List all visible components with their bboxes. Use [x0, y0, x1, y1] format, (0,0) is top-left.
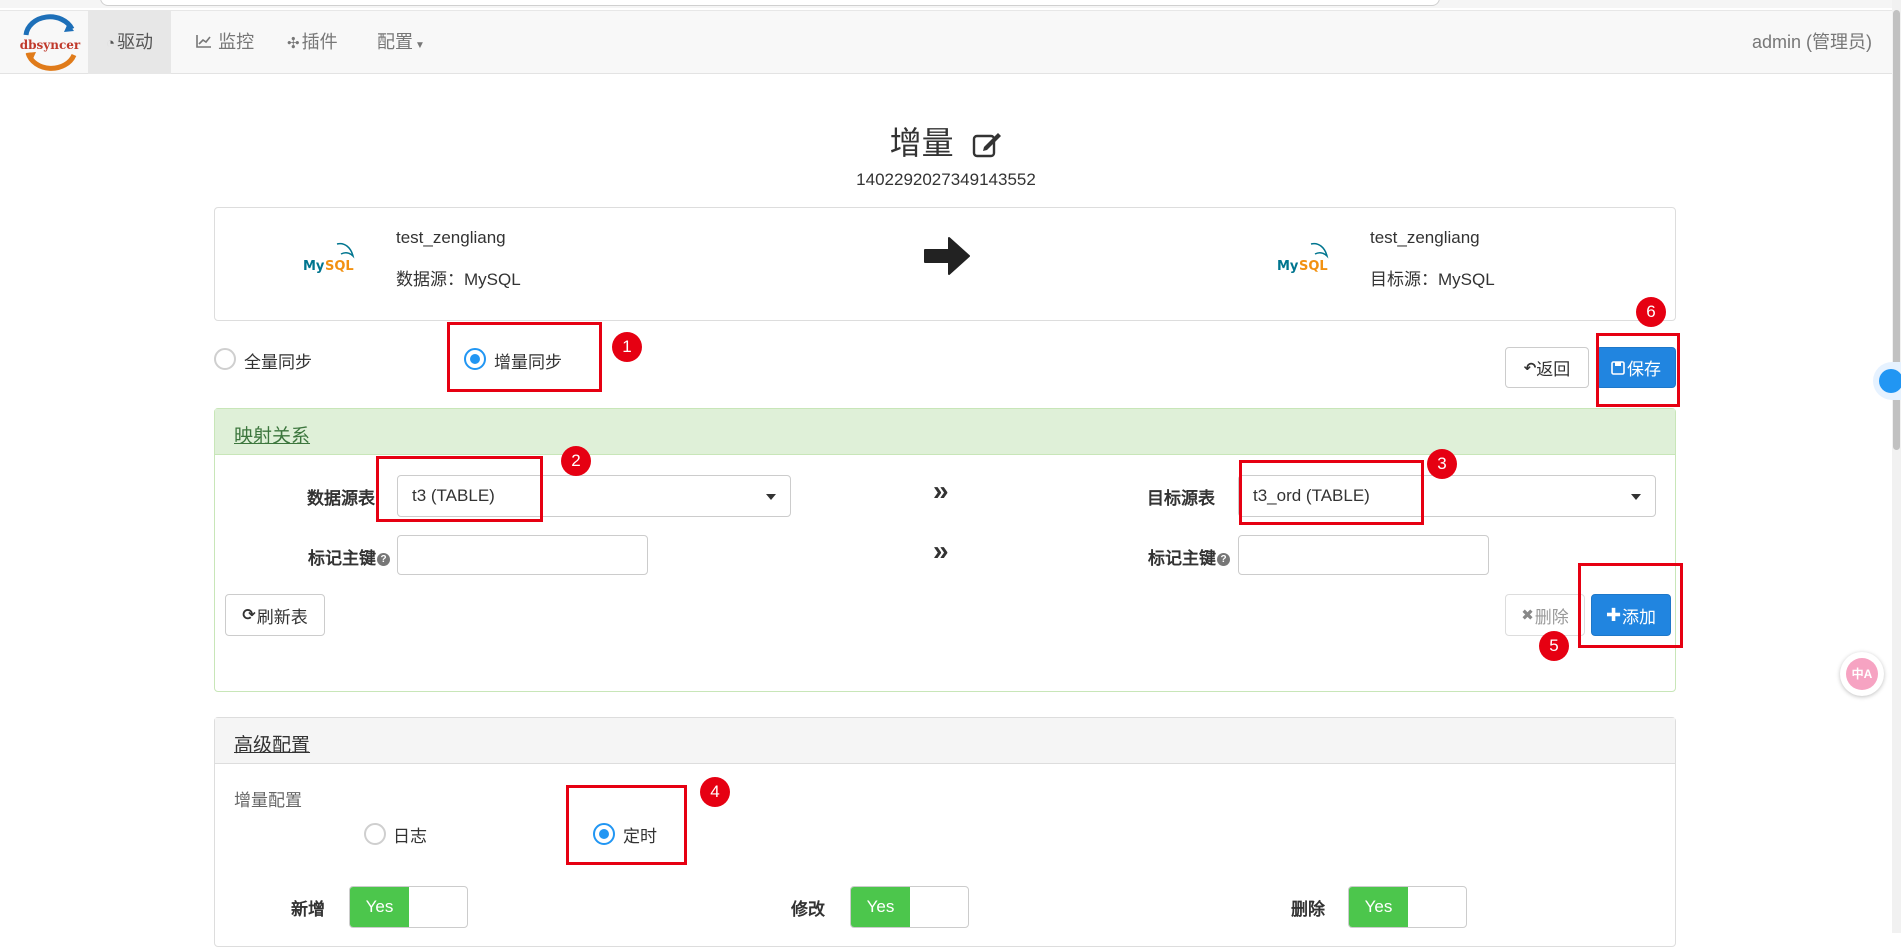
svg-text:SQL: SQL: [1299, 259, 1328, 274]
mapping-panel-title[interactable]: 映射关系: [234, 421, 310, 448]
annotation-badge-2: 2: [561, 446, 591, 476]
refresh-table-button[interactable]: ⟳ 刷新表: [225, 594, 325, 636]
mysql-logo-source: My SQL: [301, 238, 365, 278]
source-connection-type: 数据源：MySQL: [396, 270, 521, 289]
logo-text: dbsyncer: [20, 38, 81, 52]
annotation-badge-5: 5: [1539, 631, 1569, 661]
double-chevron-right-icon: »: [933, 535, 949, 566]
mapping-panel-header: 映射关系: [215, 409, 1675, 455]
radio-full-sync[interactable]: [214, 348, 236, 370]
update-toggle[interactable]: Yes: [850, 886, 969, 928]
connection-panel: My SQL test_zengliang 数据源：MySQL My SQL t…: [214, 207, 1676, 321]
dbsyncer-logo[interactable]: dbsyncer: [18, 13, 82, 73]
caret-down-icon: [1631, 494, 1641, 500]
annotation-box-4: [566, 785, 687, 865]
advanced-panel-header: 高级配置: [215, 718, 1675, 764]
delete-button-label: 删除: [1534, 607, 1569, 627]
user-menu[interactable]: admin (管理员): [1752, 11, 1872, 74]
annotation-box-6: [1596, 333, 1680, 407]
double-chevron-right-icon: »: [933, 475, 949, 506]
radio-log[interactable]: [364, 823, 386, 845]
dashboard-icon: ◔: [106, 35, 116, 52]
page-title: 增量: [889, 125, 954, 161]
question-circle-icon[interactable]: ?: [377, 553, 390, 567]
nav-item-label: 驱动: [117, 32, 154, 52]
target-pk-label-text: 标记主键: [1148, 549, 1216, 568]
caret-down-icon: [766, 494, 776, 500]
delete-toggle-label: 删除: [1291, 900, 1325, 919]
source-pk-input[interactable]: [397, 535, 648, 575]
browser-top-strip: [0, 0, 1901, 8]
browser-url-bar[interactable]: [100, 0, 1440, 6]
annotation-box-2: [376, 456, 543, 522]
nav-item-config[interactable]: 配置 ▼: [359, 11, 443, 74]
nav-item-plugin[interactable]: ✣ 插件: [269, 11, 356, 74]
delete-toggle[interactable]: Yes: [1348, 886, 1467, 928]
question-circle-icon[interactable]: ?: [1217, 553, 1230, 567]
annotation-badge-4: 4: [700, 777, 730, 807]
nav-item-label: 监控: [218, 32, 255, 52]
mapping-panel: 映射关系 数据源表 t3 (TABLE) » 目标源表 t3_ord (TABL…: [214, 408, 1676, 692]
navbar: dbsyncer ◔ 驱动 监控 ✣ 插件 配置 ▼ admin (管理员): [0, 10, 1892, 74]
annotation-badge-1: 1: [612, 332, 642, 362]
target-connection-name: test_zengliang: [1370, 228, 1480, 247]
refresh-icon: ⟳: [242, 607, 256, 624]
vertical-scrollbar[interactable]: [1892, 0, 1901, 933]
undo-icon: ↶: [1523, 359, 1537, 377]
target-pk-input[interactable]: [1238, 535, 1489, 575]
mapping-id: 1402292027349143552: [856, 170, 1036, 189]
source-pk-label-text: 标记主键: [308, 549, 376, 568]
annotation-badge-6: 6: [1636, 297, 1666, 327]
mysql-logo-target: My SQL: [1275, 238, 1339, 278]
svg-text:SQL: SQL: [325, 259, 354, 274]
insert-toggle[interactable]: Yes: [349, 886, 468, 928]
toggle-yes-label: Yes: [851, 887, 910, 927]
line-chart-icon: [196, 35, 216, 52]
delete-mapping-button[interactable]: ✖ 删除: [1505, 594, 1585, 636]
nav-item-driver[interactable]: ◔ 驱动: [88, 11, 172, 74]
edit-icon[interactable]: [972, 130, 1002, 163]
translate-widget[interactable]: 中A: [1840, 652, 1884, 696]
source-pk-label: 标记主键?: [255, 544, 390, 569]
target-pk-label: 标记主键?: [1095, 544, 1230, 569]
svg-text:My: My: [303, 259, 325, 274]
floating-sidebar-widget[interactable]: [1873, 362, 1901, 400]
annotation-box-3: [1239, 460, 1424, 525]
source-table-label: 数据源表: [307, 489, 375, 508]
close-icon: ✖: [1521, 607, 1534, 624]
toggle-yes-label: Yes: [1349, 887, 1408, 927]
update-toggle-label: 修改: [791, 900, 825, 919]
nav-item-label: 配置: [377, 32, 413, 52]
translate-icon: 中A: [1846, 658, 1878, 690]
nav-item-label: 插件: [301, 32, 338, 52]
advanced-config-panel: 高级配置 增量配置 日志 定时 新增 Yes 修改 Yes 删除 Yes: [214, 717, 1676, 947]
puzzle-icon: ✣: [287, 35, 300, 52]
svg-text:My: My: [1277, 259, 1299, 274]
full-sync-label[interactable]: 全量同步: [244, 348, 312, 373]
insert-toggle-label: 新增: [291, 900, 325, 919]
back-button[interactable]: ↶ 返回: [1505, 347, 1589, 388]
toggle-yes-label: Yes: [350, 887, 409, 927]
widget-icon: [1879, 369, 1901, 393]
annotation-box-1: [447, 322, 602, 392]
target-table-label: 目标源表: [1147, 489, 1215, 508]
annotation-badge-3: 3: [1427, 449, 1457, 479]
target-connection-type: 目标源：MySQL: [1370, 270, 1495, 289]
back-button-label: 返回: [1536, 360, 1571, 379]
arrow-right-icon: [921, 230, 973, 282]
log-label[interactable]: 日志: [393, 822, 427, 847]
incremental-config-label: 增量配置: [234, 791, 302, 810]
refresh-button-label: 刷新表: [256, 607, 308, 627]
annotation-box-5: [1578, 563, 1683, 648]
caret-down-icon: ▼: [415, 40, 425, 51]
source-connection-name: test_zengliang: [396, 228, 506, 247]
page-title-row: 增量: [0, 118, 1892, 164]
nav-item-monitor[interactable]: 监控: [178, 11, 272, 74]
advanced-panel-title[interactable]: 高级配置: [234, 730, 310, 757]
